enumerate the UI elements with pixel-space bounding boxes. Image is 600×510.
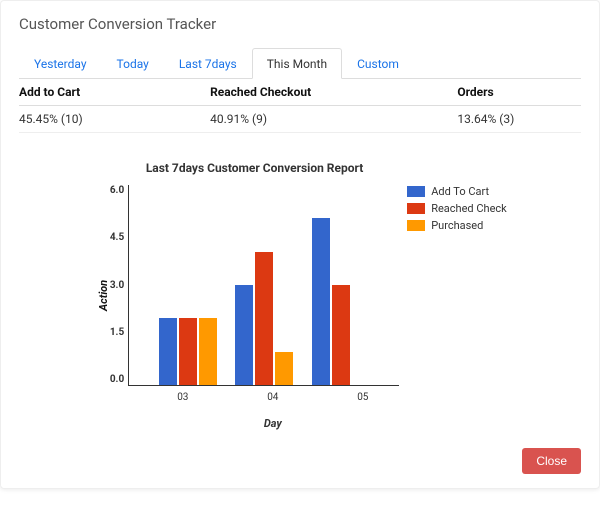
bar-group <box>311 218 371 385</box>
x-tick: 05 <box>357 392 368 403</box>
bar-group <box>158 318 218 385</box>
tab-yesterday[interactable]: Yesterday <box>19 48 102 79</box>
y-tick: 6.0 <box>110 185 124 196</box>
stat-header-orders: Orders <box>457 85 581 99</box>
x-tick: 04 <box>267 392 278 403</box>
conversion-tracker-modal: Customer Conversion Tracker YesterdayTod… <box>0 0 600 489</box>
legend-label: Purchased <box>431 219 483 232</box>
bar <box>159 318 177 385</box>
x-tick: 03 <box>177 392 188 403</box>
tab-last-7days[interactable]: Last 7days <box>164 48 252 79</box>
tab-custom[interactable]: Custom <box>342 48 414 79</box>
y-tick: 4.5 <box>110 232 124 243</box>
chart-wrap: Action Last 7days Customer Conversion Re… <box>19 161 581 430</box>
bar <box>199 318 217 385</box>
y-tick: 0.0 <box>110 374 124 385</box>
legend-swatch <box>407 186 425 197</box>
legend-swatch <box>407 203 425 214</box>
legend-item: Purchased <box>407 219 507 232</box>
conversion-chart: Action Last 7days Customer Conversion Re… <box>93 161 507 430</box>
bar <box>255 252 273 385</box>
bar <box>275 352 293 385</box>
modal-footer: Close <box>19 448 581 474</box>
chart-y-axis-label: Action <box>93 161 110 430</box>
legend-item: Reached Checkout <box>407 202 507 215</box>
legend-label: Add To Cart <box>431 185 489 198</box>
stat-header-add-to-cart: Add to Cart <box>19 85 210 99</box>
modal-title: Customer Conversion Tracker <box>19 15 581 33</box>
time-range-tabs: YesterdayTodayLast 7daysThis MonthCustom <box>19 47 581 79</box>
close-button[interactable]: Close <box>522 448 581 474</box>
tab-this-month[interactable]: This Month <box>252 48 342 79</box>
stat-header-reached-checkout: Reached Checkout <box>210 85 457 99</box>
chart-plot-area <box>128 185 399 386</box>
bar <box>179 318 197 385</box>
bar-group <box>234 252 294 385</box>
bar <box>312 218 330 385</box>
legend-item: Add To Cart <box>407 185 507 198</box>
tab-today[interactable]: Today <box>102 48 164 79</box>
legend-label: Reached Checkout <box>431 202 507 215</box>
stat-value-orders: 13.64% (3) <box>457 112 581 126</box>
stat-value-add-to-cart: 45.45% (10) <box>19 112 210 126</box>
y-tick: 3.0 <box>110 280 124 291</box>
stats-header: Add to Cart Reached Checkout Orders <box>19 79 581 106</box>
chart-x-axis-label: Day <box>138 417 408 430</box>
stats-row: 45.45% (10) 40.91% (9) 13.64% (3) <box>19 106 581 133</box>
chart-legend: Add To Cart Reached Checkout Purchased <box>407 185 507 386</box>
bar <box>332 285 350 385</box>
chart-title: Last 7days Customer Conversion Report <box>110 161 507 175</box>
y-tick: 1.5 <box>110 327 124 338</box>
chart-x-ticks: 03 04 05 <box>138 386 408 403</box>
chart-y-ticks: 6.0 4.5 3.0 1.5 0.0 <box>110 185 128 385</box>
bar <box>235 285 253 385</box>
stat-value-reached-checkout: 40.91% (9) <box>210 112 457 126</box>
legend-swatch <box>407 220 425 231</box>
